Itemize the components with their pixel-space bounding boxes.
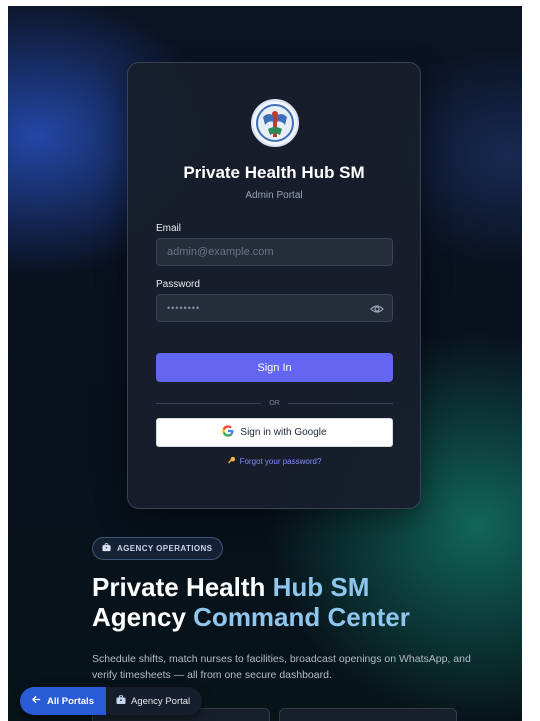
hero-title: Private Health Hub SM Agency Command Cen… [92, 572, 410, 632]
password-field[interactable]: •••••••• [156, 294, 393, 322]
agency-operations-badge: AGENCY OPERATIONS [92, 537, 224, 560]
google-button-label: Sign in with Google [240, 427, 327, 438]
password-value: •••••••• [167, 303, 201, 313]
all-portals-label: All Portals [47, 695, 94, 707]
portal-switcher: All Portals Agency Portal [20, 687, 203, 715]
hero-title-line1-a: Private Health [92, 572, 273, 602]
forgot-password-label: Forgot your password? [239, 457, 322, 466]
divider-line-left [156, 402, 262, 404]
password-label: Password [156, 279, 200, 290]
agency-portal-label: Agency Portal [131, 695, 191, 707]
hero-title-line1-b: Hub SM [272, 572, 370, 602]
divider-line-right [287, 402, 393, 404]
eye-icon[interactable] [370, 302, 384, 316]
feature-card-peek-right [279, 708, 457, 721]
email-field[interactable]: admin@example.com [156, 238, 393, 266]
google-sign-in-button[interactable]: Sign in with Google [156, 418, 393, 447]
all-portals-button[interactable]: All Portals [20, 687, 106, 715]
or-divider: OR [156, 397, 393, 409]
arrow-left-icon [31, 695, 41, 707]
briefcase-icon [116, 694, 126, 708]
briefcase-icon [102, 543, 111, 554]
app-title: Private Health Hub SM [183, 163, 365, 182]
key-icon [227, 456, 236, 467]
email-label: Email [156, 223, 182, 234]
forgot-password-link[interactable]: Forgot your password? [128, 456, 420, 467]
divider-text: OR [269, 399, 280, 407]
medical-emblem-icon [251, 99, 299, 147]
agency-portal-button[interactable]: Agency Portal [106, 687, 203, 715]
sign-in-button[interactable]: Sign In [156, 353, 393, 382]
portal-subtitle: Admin Portal [245, 190, 303, 201]
login-card: Private Health Hub SM Admin Portal Email… [127, 62, 421, 509]
page-viewport: Private Health Hub SM Admin Portal Email… [8, 6, 530, 721]
badge-text: AGENCY OPERATIONS [117, 544, 213, 553]
hero-description: Schedule shifts, match nurses to facilit… [92, 653, 471, 681]
google-icon [222, 425, 234, 440]
scrollbar-track[interactable] [522, 6, 530, 721]
hero-title-line2-a: Agency [92, 602, 194, 632]
hero-title-line2-b: Command Center [193, 602, 410, 632]
